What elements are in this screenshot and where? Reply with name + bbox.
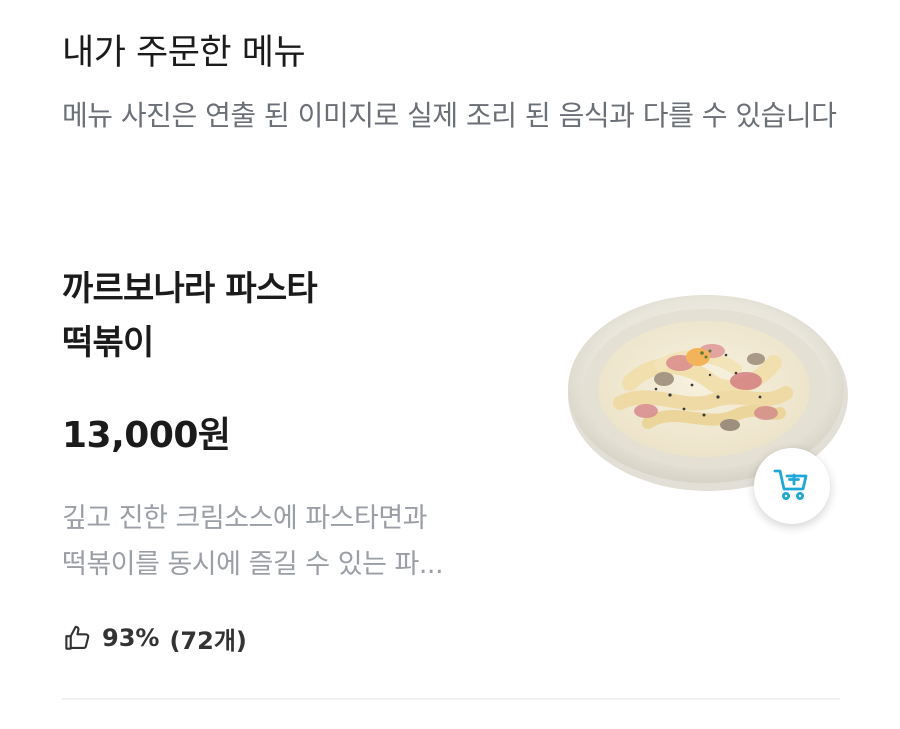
menu-item-card[interactable]: 까르보나라 파스타 떡볶이 13,000원 깊고 진한 크림소스에 파스타면과 …: [0, 0, 900, 729]
rating: 93% (72개): [62, 618, 247, 658]
menu-item-description: 깊고 진한 크림소스에 파스타면과 떡볶이를 동시에 즐길 수 있는 파...: [62, 496, 532, 588]
menu-item-name[interactable]: 까르보나라 파스타 떡볶이: [62, 262, 532, 370]
divider: [62, 698, 840, 700]
thumbs-up-icon: [62, 623, 92, 653]
menu-item-description-line2: 떡볶이를 동시에 즐길 수 있는 파...: [62, 549, 444, 580]
menu-item-name-line1: 까르보나라 파스타: [62, 269, 318, 309]
menu-item-name-line2: 떡볶이: [62, 323, 154, 363]
menu-item-description-line1: 깊고 진한 크림소스에 파스타면과: [62, 503, 428, 534]
rating-percent: 93%: [102, 624, 160, 652]
rating-count: (72개): [169, 626, 247, 655]
menu-item-price: 13,000원: [62, 415, 231, 456]
cart-add-icon: [772, 464, 812, 508]
add-to-cart-button[interactable]: [754, 448, 830, 524]
